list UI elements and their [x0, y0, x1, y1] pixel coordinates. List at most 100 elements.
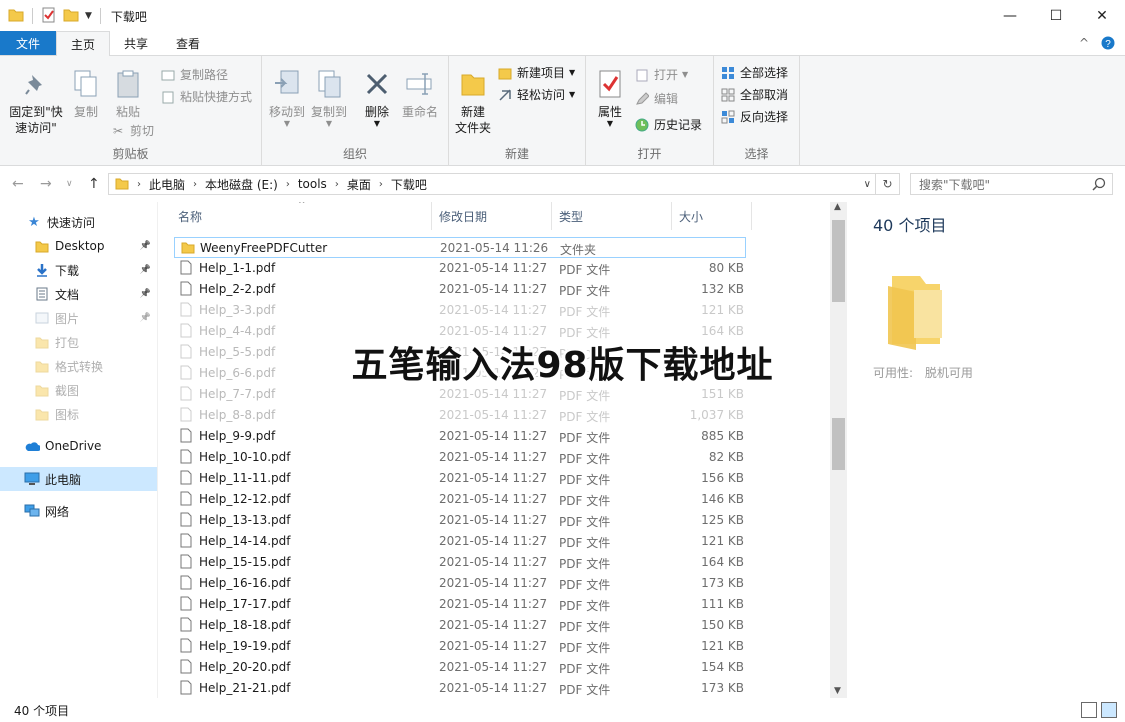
nav-onedrive[interactable]: OneDrive [0, 434, 157, 458]
address-dropdown-icon[interactable]: ∨ [864, 179, 871, 190]
paste-shortcut-button[interactable]: 粘贴快捷方式 [160, 88, 252, 105]
navigation-pane: ★ 快速访问 Desktop 📌 下载 📌 文档 📌 图片 📌 打包 格式转换 截图 图标 OneDr… [0, 202, 158, 698]
minimize-button[interactable]: — [987, 0, 1033, 32]
nav-item-icons[interactable]: 图标 [0, 402, 157, 426]
new-folder-icon[interactable] [63, 7, 79, 26]
copy-to-button[interactable]: 复制到 ▼ [310, 68, 348, 128]
paste-button[interactable]: 粘贴 [112, 68, 144, 120]
file-row[interactable]: Help_20-20.pdf 2021-05-14 11:27 PDF 文件 154 … [160, 657, 760, 678]
file-date: 2021-05-14 11:27 [439, 681, 548, 695]
nav-item-desktop[interactable]: Desktop 📌 [0, 234, 157, 258]
nav-item-pictures[interactable]: 图片 📌 [0, 306, 157, 330]
pin-quick-access-button[interactable]: 固定到"快速访问" [6, 68, 66, 136]
scroll-down-icon[interactable]: ▼ [834, 686, 841, 696]
scrollbar-thumb-secondary[interactable] [832, 418, 845, 470]
file-row[interactable]: Help_8-8.pdf 2021-05-14 11:27 PDF 文件 1,037 … [160, 405, 760, 426]
breadcrumb-current[interactable]: 下载吧 [385, 176, 433, 193]
refresh-icon: ↻ [882, 177, 893, 191]
file-row[interactable]: Help_21-21.pdf 2021-05-14 11:27 PDF 文件 173 … [160, 678, 760, 698]
nav-network[interactable]: 网络 [0, 499, 157, 523]
copy-to-label: 复制到 [310, 105, 347, 119]
file-row[interactable]: Help_12-12.pdf 2021-05-14 11:27 PDF 文件 146 … [160, 489, 760, 510]
file-size: 154 KB [701, 660, 744, 674]
column-header-size[interactable]: 大小 [672, 202, 752, 230]
file-row[interactable]: Help_2-2.pdf 2021-05-14 11:27 PDF 文件 132 KB [160, 279, 760, 300]
tab-share[interactable]: 共享 [110, 31, 162, 55]
easy-access-button[interactable]: 轻松访问 ▼ [497, 86, 575, 103]
tab-file[interactable]: 文件 [0, 31, 57, 55]
delete-button[interactable]: 删除 ▼ [362, 68, 392, 128]
column-header-date[interactable]: 修改日期 [432, 202, 552, 230]
file-row[interactable]: Help_3-3.pdf 2021-05-14 11:27 PDF 文件 121 KB [160, 300, 760, 321]
pin-icon[interactable]: 📌 [140, 289, 151, 299]
breadcrumb-tools[interactable]: tools [292, 177, 333, 191]
history-button[interactable]: 历史记录 [634, 116, 702, 133]
properties-check-icon[interactable] [41, 7, 57, 26]
details-view-icon[interactable] [1081, 702, 1097, 718]
back-arrow-icon[interactable]: ← [12, 176, 24, 192]
copy-button[interactable]: 复制 [70, 68, 102, 120]
chevron-right-icon: › [334, 178, 339, 190]
file-row[interactable]: Help_14-14.pdf 2021-05-14 11:27 PDF 文件 121 … [160, 531, 760, 552]
address-bar[interactable]: › 此电脑 › 本地磁盘 (E:) › tools › 桌面 › 下载吧 ∨ [108, 173, 876, 195]
dropdown-arrow-icon: ▼ [606, 119, 614, 128]
tab-home[interactable]: 主页 [56, 31, 111, 56]
nav-this-pc[interactable]: 此电脑 [0, 467, 157, 491]
tab-view[interactable]: 查看 [162, 31, 214, 55]
invert-selection-button[interactable]: 反向选择 [720, 108, 788, 125]
nav-item-downloads[interactable]: 下载 📌 [0, 258, 157, 282]
breadcrumb-drive-e[interactable]: 本地磁盘 (E:) [199, 176, 284, 193]
forward-arrow-icon[interactable]: → [40, 176, 52, 192]
open-button[interactable]: 打开 ▼ [634, 66, 688, 83]
rename-button[interactable]: 重命名 [400, 68, 440, 120]
file-type: PDF 文件 [559, 389, 611, 403]
pin-icon[interactable]: 📌 [140, 265, 151, 275]
file-row[interactable]: Help_19-19.pdf 2021-05-14 11:27 PDF 文件 121 … [160, 636, 760, 657]
refresh-button[interactable]: ↻ [876, 173, 900, 195]
up-arrow-icon[interactable]: ↑ [88, 176, 100, 192]
file-name: WeenyFreePDFCutter [200, 241, 328, 255]
select-all-button[interactable]: 全部选择 [720, 64, 788, 81]
edit-button[interactable]: 编辑 [634, 90, 678, 107]
nav-item-documents[interactable]: 文档 📌 [0, 282, 157, 306]
dropdown-arrow-icon: ▼ [283, 119, 291, 128]
pin-icon[interactable]: 📌 [140, 241, 151, 251]
close-button[interactable]: ✕ [1079, 0, 1125, 32]
delete-x-icon [361, 68, 393, 100]
scroll-up-icon[interactable]: ▲ [834, 202, 841, 212]
collapse-ribbon-icon[interactable]: ^ [1079, 36, 1089, 53]
file-row[interactable]: Help_13-13.pdf 2021-05-14 11:27 PDF 文件 125 … [160, 510, 760, 531]
cut-button[interactable]: ✂ 剪切 [110, 122, 154, 139]
properties-label: 属性 [597, 105, 622, 119]
file-row[interactable]: Help_16-16.pdf 2021-05-14 11:27 PDF 文件 173 … [160, 573, 760, 594]
file-list-scrollbar[interactable]: ▲ ▼ [830, 202, 847, 698]
select-none-button[interactable]: 全部取消 [720, 86, 788, 103]
file-row[interactable]: Help_15-15.pdf 2021-05-14 11:27 PDF 文件 164 … [160, 552, 760, 573]
nav-quick-access[interactable]: ★ 快速访问 [0, 210, 157, 234]
recent-locations-icon[interactable]: ∨ [66, 179, 73, 189]
customize-dropdown-icon[interactable]: ▼ [85, 11, 92, 21]
file-row[interactable]: Help_10-10.pdf 2021-05-14 11:27 PDF 文件 82 K… [160, 447, 760, 468]
scrollbar-thumb[interactable] [832, 220, 845, 302]
column-header-name[interactable]: 名称 ^ [160, 202, 432, 230]
file-row[interactable]: Help_18-18.pdf 2021-05-14 11:27 PDF 文件 150 … [160, 615, 760, 636]
file-row[interactable]: Help_17-17.pdf 2021-05-14 11:27 PDF 文件 111 … [160, 594, 760, 615]
edit-pencil-icon [634, 91, 650, 107]
search-input[interactable]: 搜索"下载吧" [910, 173, 1113, 195]
maximize-button[interactable]: ☐ [1033, 0, 1079, 32]
breadcrumb-desktop[interactable]: 桌面 [341, 176, 377, 193]
file-row[interactable]: Help_1-1.pdf 2021-05-14 11:27 PDF 文件 80 KB [160, 258, 760, 279]
help-icon[interactable]: ? [1101, 36, 1115, 53]
file-row[interactable]: Help_9-9.pdf 2021-05-14 11:27 PDF 文件 885 KB [160, 426, 760, 447]
file-row[interactable]: Help_11-11.pdf 2021-05-14 11:27 PDF 文件 156 … [160, 468, 760, 489]
new-item-button[interactable]: 新建项目 ▼ [497, 64, 575, 81]
pin-icon[interactable]: 📌 [140, 313, 151, 323]
properties-button[interactable]: 属性 ▼ [594, 68, 626, 128]
breadcrumb-this-pc[interactable]: 此电脑 [143, 176, 191, 193]
column-header-type[interactable]: 类型 [552, 202, 672, 230]
large-icons-view-icon[interactable] [1101, 702, 1117, 718]
new-folder-button[interactable]: 新建 文件夹 [453, 68, 493, 136]
copy-path-button[interactable]: 复制路径 [160, 66, 228, 83]
move-to-button[interactable]: 移动到 ▼ [268, 68, 306, 128]
folder-row[interactable]: WeenyFreePDFCutter 2021-05-14 11:26 文件夹 [174, 237, 746, 258]
